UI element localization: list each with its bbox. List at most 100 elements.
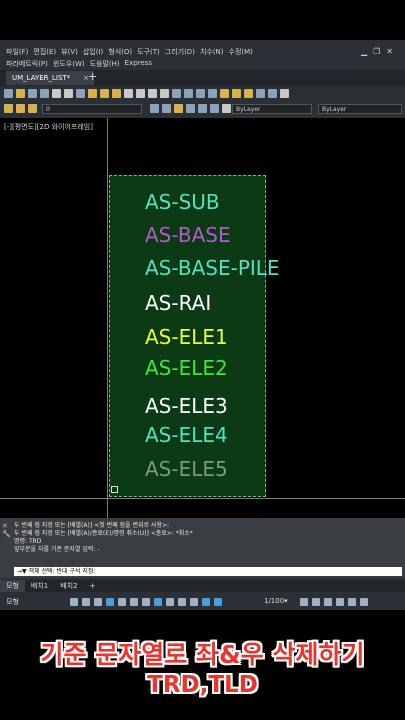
customization-icon[interactable] (360, 598, 368, 606)
status-bar: 모형 1/100▾ (0, 595, 405, 610)
model-space-button[interactable]: 모형 (6, 597, 19, 607)
layer-dropdown[interactable]: 0 (42, 104, 142, 114)
menu-express[interactable]: Express (125, 59, 152, 69)
snap-icon[interactable] (82, 598, 90, 606)
color-dropdown[interactable]: ByLayer (232, 104, 312, 114)
menu-bar: 파일(F) 편집(E) 뷰(V) 삽입(I) 형식(O) 도구(T) 그리기(D… (0, 45, 405, 69)
tab-layout2[interactable]: 배치2 (54, 580, 83, 592)
layer-freeze-icon[interactable] (28, 104, 37, 113)
viewport-label[interactable]: [-][평면도][2D 와이어프레임] (4, 122, 93, 132)
isolate-objects-icon[interactable] (324, 598, 332, 606)
pan-icon[interactable] (172, 89, 181, 98)
menu-edit[interactable]: 편집(E) (33, 47, 56, 57)
redo-icon[interactable] (160, 89, 169, 98)
zoom-previous-icon[interactable] (208, 89, 217, 98)
command-line-1: 두 번째 점 지정 또는 [배열(A)] <첫 번째 점을 변위로 사용>: (14, 522, 170, 529)
annotation-visibility-icon[interactable] (202, 598, 210, 606)
lineweight-icon[interactable] (166, 598, 174, 606)
cut-icon[interactable] (88, 89, 97, 98)
layer-isolate-icon[interactable] (186, 104, 195, 113)
zoom-realtime-icon[interactable] (184, 89, 193, 98)
layer-text-3[interactable]: AS-BASE-PILE (145, 256, 280, 280)
layer-text-8[interactable]: AS-ELE4 (145, 423, 228, 447)
close-icon[interactable]: ✕ (386, 47, 399, 56)
new-icon[interactable] (4, 89, 13, 98)
menu-view[interactable]: 뷰(V) (61, 47, 78, 57)
layer-properties-icon[interactable] (4, 104, 13, 113)
match-properties-icon[interactable] (124, 89, 133, 98)
layer-text-7[interactable]: AS-ELE3 (145, 394, 228, 418)
ortho-icon[interactable] (106, 598, 114, 606)
layer-text-2[interactable]: AS-BASE (145, 223, 231, 247)
layer-match-icon[interactable] (210, 104, 219, 113)
publish-icon[interactable] (76, 89, 85, 98)
menu-dimension[interactable]: 치수(N) (200, 47, 224, 57)
calculator-icon[interactable] (280, 89, 289, 98)
print-icon[interactable] (52, 89, 61, 98)
polar-icon[interactable] (118, 598, 126, 606)
tab-model[interactable]: 모형 (0, 580, 25, 592)
menu-row-1: 파일(F) 편집(E) 뷰(V) 삽입(I) 형식(O) 도구(T) 그리기(D… (6, 47, 253, 57)
layer-unisolate-icon[interactable] (198, 104, 207, 113)
save-icon[interactable] (28, 89, 37, 98)
menu-modify[interactable]: 수정(M) (229, 47, 253, 57)
layer-text-9[interactable]: AS-ELE5 (145, 457, 228, 481)
menu-help[interactable]: 도움말(H) (90, 59, 120, 69)
tab-layout1[interactable]: 배치1 (25, 580, 54, 592)
new-tab-button[interactable]: + (88, 70, 97, 84)
open-icon[interactable] (16, 89, 25, 98)
layer-text-1[interactable]: AS-SUB (145, 190, 220, 214)
command-input[interactable]: →▼ 객체 선택: 반대 구석 지정: (14, 567, 402, 576)
transparency-icon[interactable] (178, 598, 186, 606)
zoom-window-icon[interactable] (196, 89, 205, 98)
grid-icon[interactable] (70, 598, 78, 606)
make-current-icon[interactable] (150, 104, 159, 113)
layer-states-icon[interactable] (174, 104, 183, 113)
command-window-handle-icon[interactable]: ✕ 🔧 (2, 522, 11, 538)
clean-screen-icon[interactable] (348, 598, 356, 606)
hardware-acceleration-icon[interactable] (336, 598, 344, 606)
save-as-icon[interactable] (40, 89, 49, 98)
document-tab[interactable]: UM_LAYER_LIST* × (6, 71, 94, 85)
layer-text-4[interactable]: AS-RAI (145, 291, 211, 315)
properties-icon[interactable] (220, 89, 229, 98)
markup-icon[interactable] (268, 89, 277, 98)
layer-previous-icon[interactable] (162, 104, 171, 113)
auto-scale-icon[interactable] (214, 598, 222, 606)
selection-grip[interactable] (111, 486, 118, 493)
drawing-viewport[interactable]: [-][평면도][2D 와이어프레임] AS-SUB AS-BASE AS-BA… (0, 118, 405, 518)
undo-icon[interactable] (148, 89, 157, 98)
layer-on-icon[interactable] (16, 104, 25, 113)
menu-parametric[interactable]: 파라메트릭(P) (6, 59, 48, 69)
design-center-icon[interactable] (232, 89, 241, 98)
dynamic-input-icon[interactable] (94, 598, 102, 606)
annotation-monitor-icon[interactable] (312, 598, 320, 606)
copy-icon[interactable] (100, 89, 109, 98)
object-snap-tracking-icon[interactable] (142, 598, 150, 606)
paste-icon[interactable] (112, 89, 121, 98)
layer-text-5[interactable]: AS-ELE1 (145, 325, 228, 349)
minimize-icon[interactable]: ▁ (361, 47, 373, 56)
layer-walk-icon[interactable] (222, 104, 231, 113)
add-layout-button[interactable]: + (84, 580, 102, 592)
object-snap-icon[interactable] (154, 598, 162, 606)
menu-window[interactable]: 윈도우(W) (53, 59, 85, 69)
isodraft-icon[interactable] (130, 598, 138, 606)
menu-file[interactable]: 파일(F) (6, 47, 28, 57)
restore-icon[interactable]: ❐ (373, 47, 386, 56)
tool-palettes-icon[interactable] (244, 89, 253, 98)
menu-tools[interactable]: 도구(T) (137, 47, 160, 57)
plot-preview-icon[interactable] (64, 89, 73, 98)
sheet-set-icon[interactable] (256, 89, 265, 98)
selection-cycling-icon[interactable] (190, 598, 198, 606)
layer-text-6[interactable]: AS-ELE2 (145, 356, 228, 380)
workspace-icon[interactable] (300, 598, 308, 606)
layer-dropdown-value: 0 (46, 106, 50, 113)
linetype-dropdown[interactable]: ByLayer (318, 104, 402, 114)
block-editor-icon[interactable] (136, 89, 145, 98)
menu-insert[interactable]: 삽입(I) (83, 47, 103, 57)
annotation-scale[interactable]: 1/100▾ (264, 597, 288, 605)
menu-format[interactable]: 형식(O) (108, 47, 132, 57)
menu-draw[interactable]: 그리기(D) (165, 47, 195, 57)
window-controls: ▁❐✕ (361, 47, 399, 56)
